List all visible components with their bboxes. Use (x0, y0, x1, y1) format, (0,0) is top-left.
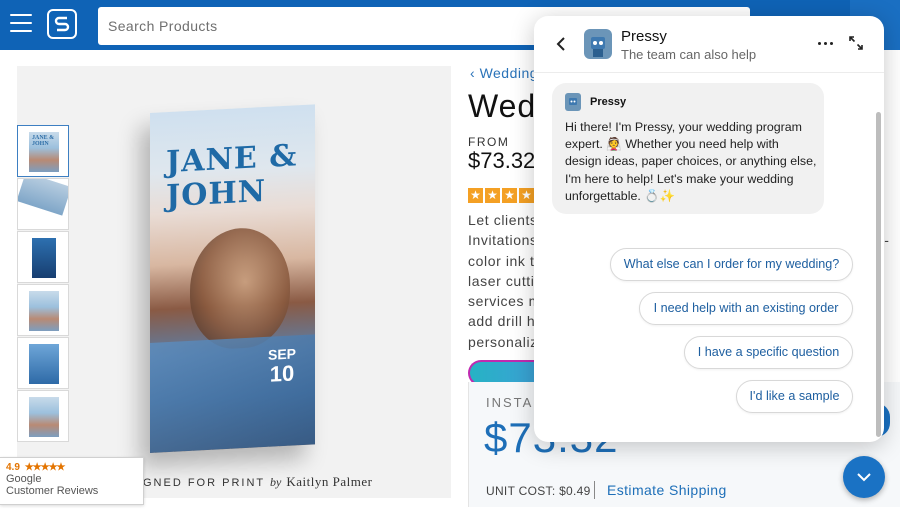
more-options-icon[interactable] (817, 34, 835, 52)
star-icon: ★ (468, 188, 483, 203)
thumbnail-1[interactable]: JANE & JOHN (17, 125, 69, 177)
unit-cost: UNIT COST: $0.49 (486, 484, 591, 498)
description-line: Invitations (468, 232, 538, 249)
bot-avatar (584, 29, 612, 59)
suggestion-button[interactable]: I need help with an existing order (639, 292, 853, 325)
designed-by: by (269, 475, 282, 489)
expand-icon[interactable] (849, 36, 863, 50)
divider (594, 481, 595, 499)
logo-icon[interactable] (47, 9, 77, 39)
google-reviews-badge[interactable]: 4.9 ★★★★★ Google Customer Reviews (0, 457, 144, 505)
google-brand: Google (6, 473, 42, 485)
card-names: JANE & JOHN (166, 138, 298, 215)
thumbnail-6[interactable] (17, 390, 69, 442)
bot-name: Pressy (621, 28, 667, 45)
thumbnail-text: JANE & JOHN (32, 135, 55, 147)
bot-avatar-small (565, 93, 581, 111)
back-icon[interactable] (555, 35, 569, 53)
suggestion-button[interactable]: I have a specific question (684, 336, 853, 369)
star-icon: ★ (519, 188, 534, 203)
thumbnail-strip: JANE & JOHN (17, 125, 69, 443)
program-card-image: JANE & JOHN SEP 10 (150, 104, 315, 453)
chat-panel: Pressy The team can also help Pressy Hi … (534, 16, 884, 442)
thumbnail-4[interactable] (17, 284, 69, 336)
designer-credit: GNED FOR PRINT by Kaitlyn Palmer (143, 474, 372, 490)
thumbnail-5[interactable] (17, 337, 69, 389)
chat-toggle-button[interactable] (843, 456, 885, 498)
breadcrumb[interactable]: ‹ Wedding (470, 65, 538, 81)
chat-scrollbar[interactable] (876, 112, 881, 437)
card-day: 10 (269, 360, 295, 387)
google-reviews-label: Customer Reviews (6, 485, 99, 497)
bot-message: Pressy Hi there! I'm Pressy, your weddin… (552, 83, 824, 214)
message-sender: Pressy (590, 96, 627, 108)
description-line: laser cutti (468, 272, 535, 289)
chat-subtitle: The team can also help (621, 47, 757, 62)
couple-photo (190, 225, 290, 351)
description-line: personaliz (468, 333, 538, 350)
star-icon: ★ (502, 188, 517, 203)
thumbnail-3[interactable] (17, 231, 69, 283)
breadcrumb-label: Wedding (479, 65, 539, 81)
suggestion-button[interactable]: I'd like a sample (736, 380, 853, 413)
google-rating: 4.9 (6, 462, 20, 473)
message-text: Hi there! I'm Pressy, your wedding progr… (565, 120, 817, 203)
google-stars: ★★★★★ (24, 462, 66, 473)
thumbnail-2[interactable] (17, 178, 69, 230)
designer-name: Kaitlyn Palmer (286, 474, 373, 489)
chat-header: Pressy The team can also help (534, 16, 884, 73)
description-line: add drill h (468, 313, 536, 330)
starting-price: $73.32 (468, 148, 536, 173)
card-date: SEP 10 (268, 345, 296, 386)
estimate-shipping-link[interactable]: Estimate Shipping (607, 482, 727, 498)
description-line: color ink to (468, 252, 538, 269)
description-line: services m (468, 293, 538, 310)
menu-icon[interactable] (10, 14, 32, 32)
star-icon: ★ (485, 188, 500, 203)
designed-prefix: GNED FOR PRINT (143, 477, 265, 489)
description-line: Let clients (468, 212, 538, 228)
suggestion-button[interactable]: What else can I order for my wedding? (610, 248, 853, 281)
product-description: Let clients Invitations color ink to las… (468, 210, 538, 352)
from-label: FROM (468, 135, 510, 149)
